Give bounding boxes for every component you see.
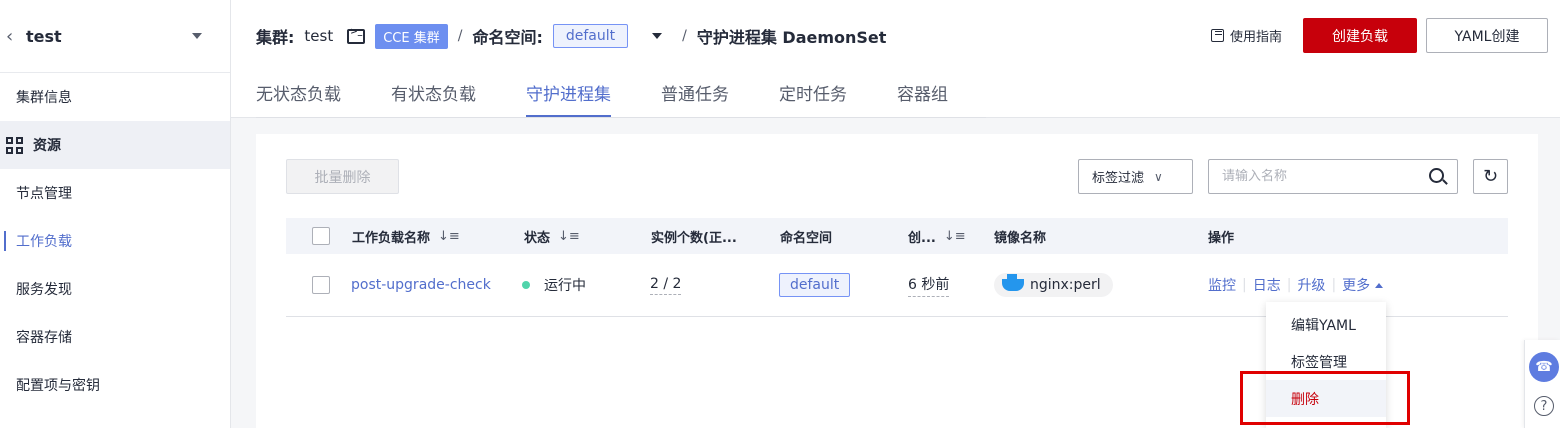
sidebar-item-label: 资源	[33, 138, 61, 154]
cluster-name: test	[26, 26, 62, 46]
image-tag: nginx:perl	[994, 273, 1113, 297]
op-divider: |	[1242, 277, 1247, 293]
sidebar-item-label: 容器存储	[16, 330, 72, 346]
refresh-icon: ↻	[1482, 166, 1499, 187]
sidebar-item-cluster-info[interactable]: 集群信息	[0, 73, 230, 121]
back-chevron-icon[interactable]: ‹	[6, 26, 26, 47]
namespace-dropdown-icon[interactable]	[652, 33, 663, 39]
batch-delete-button[interactable]: 批量删除	[286, 159, 399, 194]
column-header-instances: 实例个数(正...	[651, 230, 737, 246]
namespace-tag: default	[779, 273, 851, 297]
tag-filter-label: 标签过滤	[1092, 171, 1145, 186]
guide-icon	[1211, 29, 1224, 42]
sidebar-group-resources[interactable]: 资源	[0, 121, 230, 169]
column-header-namespace: 命名空间	[780, 230, 833, 246]
page-header: 集群: test CCE 集群 / 命名空间: default / 守护进程集 …	[231, 0, 1560, 118]
tag-filter-button[interactable]: 标签过滤 ∨	[1078, 159, 1193, 194]
workload-name-link[interactable]: post-upgrade-check	[351, 277, 491, 293]
tab-daemonsets[interactable]: 守护进程集	[526, 72, 611, 118]
sidebar-item-label: 集群信息	[16, 90, 72, 106]
customer-service-icon[interactable]: ☎	[1529, 352, 1559, 382]
chevron-double-down-icon: ∨	[1154, 169, 1163, 184]
column-header-created: 创...	[908, 230, 936, 246]
floating-toolbar: ☎ ?	[1524, 340, 1560, 428]
workload-tabs: 无状态负载 有状态负载 守护进程集 普通任务 定时任务 容器组	[256, 72, 998, 118]
column-header-operations: 操作	[1208, 230, 1235, 246]
monitor-link[interactable]: 监控	[1208, 275, 1236, 295]
cluster-switcher[interactable]: ‹ test	[0, 0, 230, 73]
yaml-create-button[interactable]: YAML创建	[1426, 18, 1548, 53]
sidebar-item-label: 配置项与密钥	[16, 378, 100, 394]
menu-item-edit-yaml[interactable]: 编辑YAML	[1266, 306, 1386, 343]
tab-jobs[interactable]: 普通任务	[661, 72, 729, 118]
image-name: nginx:perl	[1030, 277, 1101, 293]
tab-statefulsets[interactable]: 有状态负载	[391, 72, 476, 118]
op-divider: |	[1331, 277, 1337, 293]
sidebar-item-configmaps[interactable]: 配置项与密钥	[0, 361, 230, 409]
sidebar-item-label: 工作负载	[16, 234, 72, 250]
sidebar-item-nodes[interactable]: 节点管理	[0, 169, 230, 217]
sort-icon[interactable]: ↓≡	[438, 229, 460, 244]
sort-icon[interactable]: ↓≡	[558, 229, 580, 244]
sort-icon[interactable]: ↓≡	[944, 229, 966, 244]
sidebar-item-services[interactable]: 服务发现	[0, 265, 230, 313]
create-workload-button[interactable]: 创建负载	[1303, 18, 1417, 53]
cluster-label: 集群:	[256, 28, 295, 47]
table-header: 工作负载名称 ↓≡ 状态 ↓≡ 实例个数(正... 命名空间 创... ↓≡ 镜像名称…	[286, 218, 1508, 254]
breadcrumb-separator: /	[457, 28, 463, 44]
breadcrumb: 集群: test CCE 集群 / 命名空间: default / 守护进程集 …	[256, 22, 886, 50]
tabs-divider	[256, 117, 986, 118]
sidebar: ‹ test 集群信息 资源 节点管理 工作负载 服务发现 容器存储 配置项与密…	[0, 0, 231, 428]
tab-deployments[interactable]: 无状态负载	[256, 72, 341, 118]
op-divider: |	[1286, 277, 1292, 293]
column-header-image: 镜像名称	[994, 230, 1047, 246]
page-title: 守护进程集 DaemonSet	[696, 28, 887, 47]
docker-icon	[1002, 274, 1024, 291]
namespace-select[interactable]: default	[552, 24, 629, 48]
column-header-name: 工作负载名称	[352, 230, 431, 246]
sidebar-item-label: 服务发现	[16, 282, 72, 298]
terminal-icon[interactable]	[347, 27, 366, 44]
breadcrumb-separator: /	[682, 28, 687, 44]
annotation-highlight-box	[1240, 371, 1410, 425]
grid-icon	[6, 136, 23, 154]
select-all-checkbox[interactable]	[312, 227, 330, 245]
namespace-label: 命名空间:	[472, 28, 543, 47]
help-icon[interactable]: ?	[1534, 396, 1554, 416]
row-checkbox[interactable]	[312, 276, 330, 294]
search-box	[1208, 159, 1458, 194]
logs-link[interactable]: 日志	[1253, 275, 1281, 295]
cluster-value: test	[304, 27, 334, 45]
search-icon[interactable]	[1429, 168, 1444, 183]
created-time: 6 秒前	[908, 274, 950, 297]
search-input[interactable]	[1209, 160, 1409, 193]
status-text: 运行中	[544, 278, 586, 294]
usage-guide-link[interactable]: 使用指南	[1211, 26, 1282, 45]
sidebar-item-storage[interactable]: 容器存储	[0, 313, 230, 361]
sidebar-item-workloads[interactable]: 工作负载	[0, 217, 230, 265]
sidebar-item-label: 节点管理	[16, 186, 72, 202]
upgrade-link[interactable]: 升级	[1297, 275, 1325, 295]
cluster-type-badge: CCE 集群	[375, 23, 448, 49]
status-dot-icon	[522, 281, 530, 289]
tab-pods[interactable]: 容器组	[897, 72, 948, 118]
chevron-down-icon[interactable]	[192, 33, 202, 39]
column-header-status: 状态	[524, 230, 551, 246]
instance-count: 2 / 2	[650, 276, 682, 295]
refresh-button[interactable]: ↻	[1473, 159, 1508, 194]
tab-cronjobs[interactable]: 定时任务	[779, 72, 847, 118]
chevron-up-icon[interactable]	[1375, 282, 1384, 288]
usage-guide-label: 使用指南	[1230, 30, 1283, 45]
more-link[interactable]: 更多	[1342, 275, 1370, 295]
